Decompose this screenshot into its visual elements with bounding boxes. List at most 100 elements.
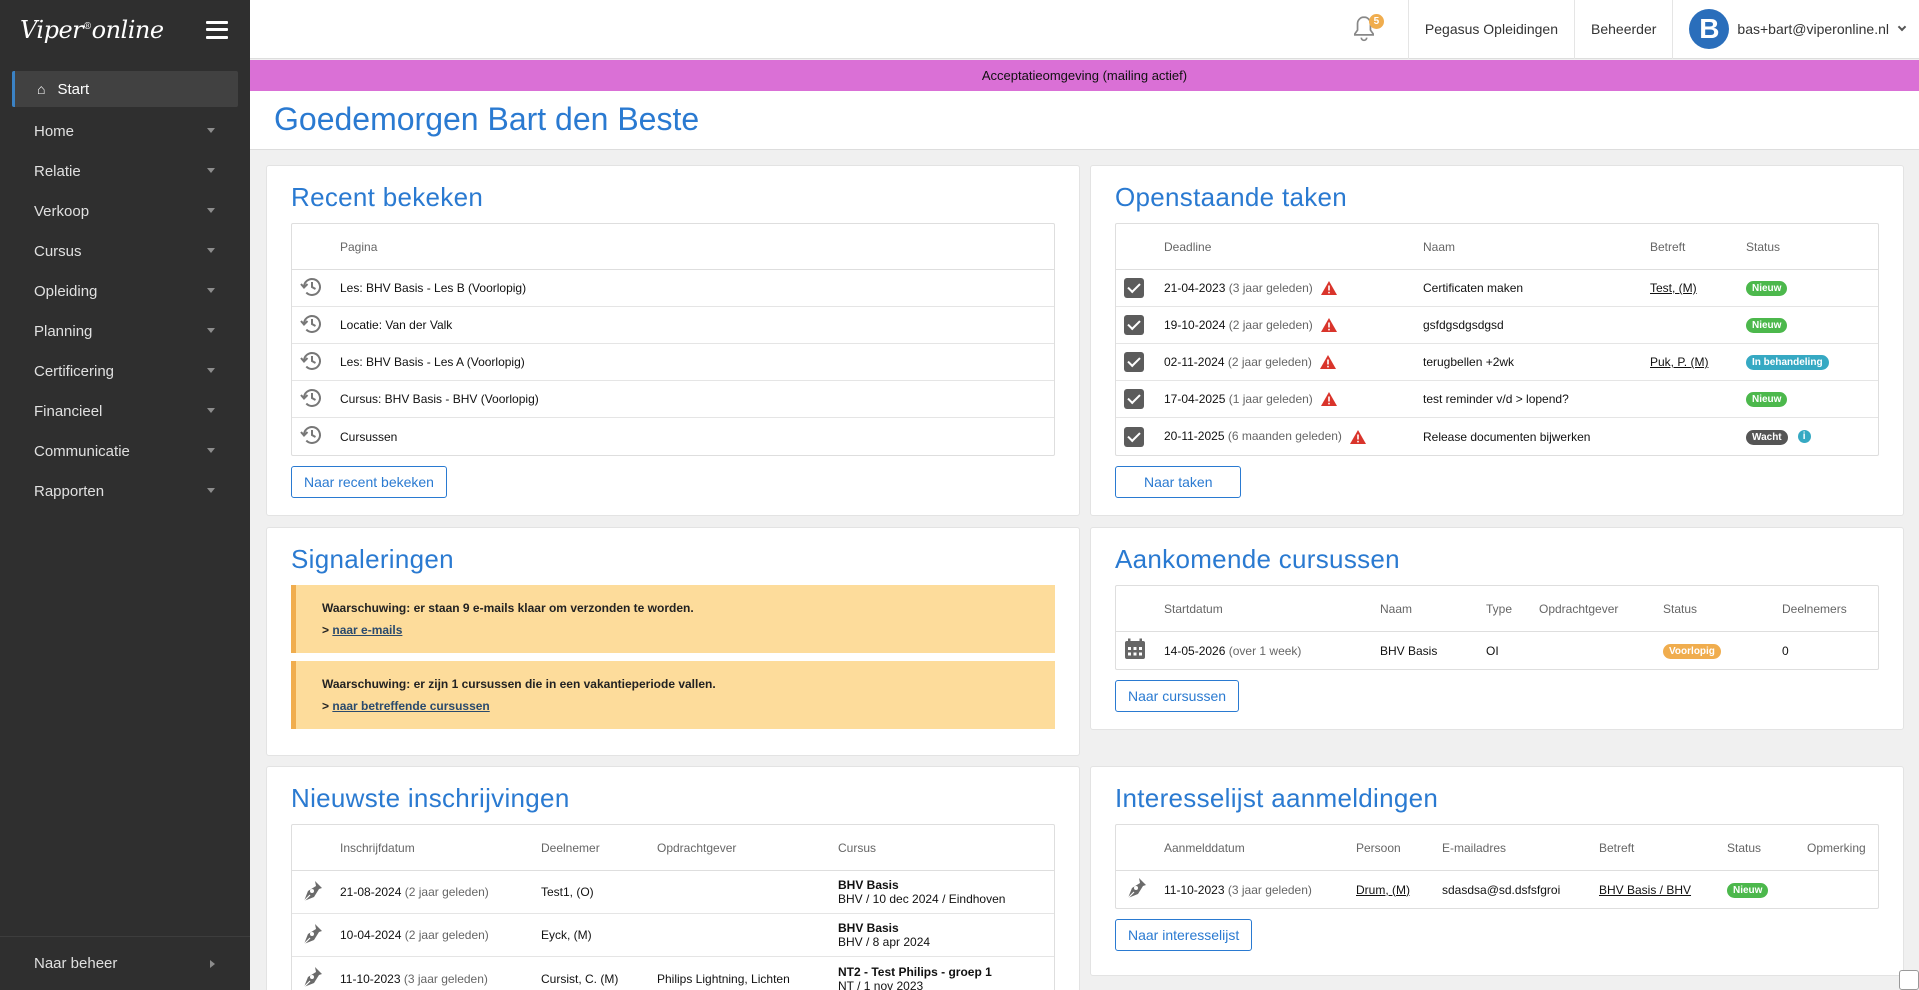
table-row[interactable]: 11-10-2023 (3 jaar geleden) Drum, (M) sd… — [1116, 871, 1878, 908]
upcoming-title: Aankomende cursussen — [1115, 544, 1400, 574]
organisation-menu[interactable]: Pegasus Opleidingen — [1407, 0, 1574, 59]
notifications-button[interactable]: 5 — [1334, 0, 1394, 59]
caret-down-icon — [207, 408, 215, 413]
courses-link[interactable]: naar betreffende cursussen — [332, 699, 489, 713]
caret-right-icon — [210, 959, 215, 968]
signature-pen-icon — [1127, 878, 1146, 899]
table-row[interactable]: Les: BHV Basis - Les A (Voorlopig) — [292, 344, 1054, 381]
col-header-status: Status — [1746, 224, 1878, 270]
emails-link[interactable]: naar e-mails — [332, 623, 402, 637]
tasks-title: Openstaande taken — [1115, 182, 1348, 212]
sidebar-item-rapporten[interactable]: Rapporten — [0, 471, 250, 511]
table-row[interactable]: Cursussen — [292, 418, 1054, 455]
caret-down-icon — [207, 488, 215, 493]
info-icon[interactable]: i — [1797, 429, 1811, 443]
table-row[interactable]: Locatie: Van der Valk — [292, 307, 1054, 344]
caret-down-icon — [207, 288, 215, 293]
table-row[interactable]: 11-10-2023 (3 jaar geleden) Cursist, C. … — [292, 957, 1054, 990]
role-menu[interactable]: Beheerder — [1574, 0, 1672, 59]
sidebar: Viper®online ⌂ Start Home Relatie Verkoo… — [0, 0, 250, 990]
caret-down-icon — [207, 248, 215, 253]
concerns-link[interactable]: BHV Basis / BHV — [1599, 883, 1691, 897]
col-header-concerns: Betreft — [1599, 825, 1727, 871]
avatar: B — [1689, 9, 1730, 49]
signals-title: Signaleringen — [291, 544, 454, 574]
col-header-date: Inschrijfdatum — [340, 825, 541, 871]
caret-down-icon — [207, 208, 215, 213]
col-header-deadline: Deadline — [1164, 224, 1423, 270]
warning-icon — [1319, 355, 1336, 370]
col-header-client: Opdrachtgever — [657, 825, 838, 871]
col-header-participants: Deelnemers — [1782, 586, 1878, 632]
col-header-client: Opdrachtgever — [1539, 586, 1663, 632]
app: Viper®online ⌂ Start Home Relatie Verkoo… — [0, 0, 1919, 990]
table-row[interactable]: Les: BHV Basis - Les B (Voorlopig) — [292, 270, 1054, 307]
top-bar: 5 Pegasus Opleidingen Beheerder B bas+ba… — [250, 0, 1919, 59]
history-icon — [300, 351, 321, 370]
checkbox-checked-icon[interactable] — [1124, 352, 1144, 372]
sidebar-item-naar-beheer[interactable]: Naar beheer — [0, 936, 250, 990]
col-header-remark: Opmerking — [1807, 825, 1878, 871]
checkbox-checked-icon[interactable] — [1124, 389, 1144, 409]
sidebar-item-relatie[interactable]: Relatie — [0, 151, 250, 191]
warning-icon — [1349, 429, 1366, 444]
status-badge: Nieuw — [1746, 318, 1788, 333]
status-badge: Nieuw — [1727, 882, 1769, 898]
col-header-email: E-mailadres — [1442, 825, 1599, 871]
table-row[interactable]: 02-11-2024 (2 jaar geleden) terugbellen … — [1116, 344, 1878, 381]
history-icon — [300, 388, 321, 407]
sidebar-item-cursus[interactable]: Cursus — [0, 231, 250, 271]
checkbox-checked-icon[interactable] — [1124, 426, 1144, 447]
checkbox-checked-icon[interactable] — [1124, 315, 1144, 335]
person-link[interactable]: Drum, (M) — [1356, 883, 1410, 897]
table-row[interactable]: 10-04-2024 (2 jaar geleden) Eyck, (M) BH… — [292, 914, 1054, 957]
tasks-button[interactable]: Naar taken — [1115, 466, 1242, 498]
sidebar-item-start[interactable]: ⌂ Start — [12, 71, 238, 107]
table-row[interactable]: 14-05-2026 (over 1 week) BHV Basis OI Vo… — [1116, 632, 1878, 669]
table-row[interactable]: 17-04-2025 (1 jaar geleden) test reminde… — [1116, 381, 1878, 418]
sidebar-item-verkoop[interactable]: Verkoop — [0, 191, 250, 231]
col-header-type: Type — [1486, 586, 1539, 632]
history-icon — [300, 314, 321, 333]
table-row[interactable]: 21-04-2023 (3 jaar geleden) Certificaten… — [1116, 270, 1878, 307]
signals-panel: Signaleringen Waarschuwing: er staan 9 e… — [266, 527, 1080, 756]
concerns-link[interactable]: Test, (M) — [1650, 281, 1697, 295]
table-row[interactable]: 21-08-2024 (2 jaar geleden) Test1, (O) B… — [292, 871, 1054, 914]
app-logo[interactable]: Viper®online — [20, 16, 164, 44]
interest-panel: Interesselijst aanmeldingen Aanmelddatum… — [1090, 766, 1904, 976]
warning-icon — [1320, 392, 1337, 407]
recent-title: Recent bekeken — [291, 182, 484, 212]
upcoming-button[interactable]: Naar cursussen — [1115, 680, 1240, 712]
resize-handle[interactable] — [1899, 970, 1919, 990]
table-row[interactable]: Cursus: BHV Basis - BHV (Voorlopig) — [292, 381, 1054, 418]
caret-down-icon — [207, 368, 215, 373]
table-row[interactable]: 19-10-2024 (2 jaar geleden) gsfdgsdgsdgs… — [1116, 307, 1878, 344]
status-badge: In behandeling — [1746, 355, 1829, 370]
warning-icon — [1320, 281, 1337, 296]
sidebar-item-planning[interactable]: Planning — [0, 311, 250, 351]
chevron-down-icon — [1897, 22, 1907, 32]
interest-title: Interesselijst aanmeldingen — [1115, 783, 1439, 813]
checkbox-checked-icon[interactable] — [1124, 278, 1144, 298]
sidebar-item-opleiding[interactable]: Opleiding — [0, 271, 250, 311]
page-header: Goedemorgen Bart den Beste — [250, 91, 1919, 150]
page-title: Goedemorgen Bart den Beste — [274, 101, 700, 137]
warning-icon — [1320, 318, 1337, 333]
user-menu[interactable]: B bas+bart@viperonline.nl — [1672, 0, 1919, 59]
sidebar-item-certificering[interactable]: Certificering — [0, 351, 250, 391]
concerns-link[interactable]: Puk, P. (M) — [1650, 355, 1708, 369]
table-row[interactable]: 20-11-2025 (6 maanden geleden) Release d… — [1116, 418, 1878, 455]
environment-banner: Acceptatieomgeving (mailing actief) — [250, 60, 1919, 91]
status-badge: Wacht — [1746, 429, 1788, 445]
sidebar-nav: ⌂ Start Home Relatie Verkoop Cursus Ople… — [0, 71, 250, 511]
sidebar-item-home[interactable]: Home — [0, 111, 250, 151]
status-badge: Voorlopig — [1663, 643, 1721, 659]
tasks-panel: Openstaande taken Deadline Naam Betreft … — [1090, 165, 1904, 516]
signature-pen-icon — [303, 923, 322, 944]
enrollments-title: Nieuwste inschrijvingen — [291, 783, 570, 813]
menu-toggle-icon[interactable] — [206, 20, 228, 39]
interest-button[interactable]: Naar interesselijst — [1115, 919, 1253, 951]
sidebar-item-communicatie[interactable]: Communicatie — [0, 431, 250, 471]
recent-button[interactable]: Naar recent bekeken — [291, 466, 447, 498]
sidebar-item-financieel[interactable]: Financieel — [0, 391, 250, 431]
